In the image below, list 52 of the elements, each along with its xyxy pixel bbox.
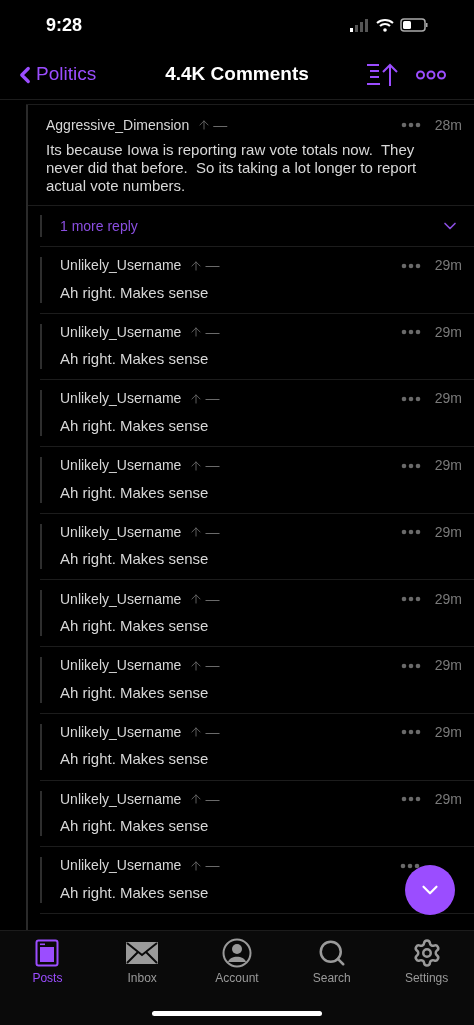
comment-body: Ah right. Makes sense — [60, 616, 209, 637]
comment-score: — — [205, 322, 220, 342]
comment-time: 29m — [434, 589, 462, 609]
comment-time: 29m — [434, 389, 462, 409]
comment-score: — — [205, 456, 220, 476]
comment-time: 29m — [434, 256, 462, 276]
comment-time: 29m — [434, 789, 462, 809]
comment-body: Ah right. Makes sense — [60, 482, 209, 503]
comment-body: Ah right. Makes sense — [60, 882, 209, 903]
comment-author[interactable]: Unlikely_Username — [60, 655, 182, 677]
comment-score: — — [205, 656, 220, 676]
back-button[interactable]: Politics — [12, 59, 97, 90]
page-title: 4.4K Comments — [165, 62, 309, 87]
comment-score: — — [205, 389, 220, 409]
comment-score: — — [205, 722, 220, 742]
comment-body: Ah right. Makes sense — [60, 282, 209, 303]
comment-author[interactable]: Unlikely_Username — [60, 588, 182, 610]
comment-score: — — [205, 856, 220, 876]
comment-time: 28m — [434, 115, 462, 135]
comment-score: — — [213, 115, 228, 135]
comment-score: — — [205, 789, 220, 809]
comment-author[interactable]: Unlikely_Username — [60, 721, 182, 743]
comment-author[interactable]: Unlikely_Username — [60, 788, 182, 810]
comment-score: — — [205, 256, 220, 276]
comment-body: Ah right. Makes sense — [60, 816, 209, 837]
comment-author[interactable]: Unlikely_Username — [60, 321, 182, 343]
comment-body: Ah right. Makes sense — [60, 415, 209, 436]
comment-score: — — [205, 589, 220, 609]
comment-author[interactable]: Unlikely_Username — [60, 521, 182, 543]
comment-author[interactable]: Unlikely_Username — [60, 855, 182, 877]
comment-author[interactable]: Aggressive_Dimension — [46, 114, 190, 136]
comment-time: 29m — [434, 322, 462, 342]
comment-body: Its because Iowa is reporting raw vote totals now. They never did that before. So its taking a lot longer to report actual vote numbers. — [46, 141, 418, 195]
comment-body: Ah right. Makes sense — [60, 682, 209, 703]
tab-bar-item[interactable]: Settings — [379, 937, 474, 987]
comment-score: — — [205, 522, 220, 542]
comment-time: 29m — [434, 656, 462, 676]
tab-bar-item[interactable]: Account — [189, 937, 285, 987]
status-time: 9:28 — [46, 13, 83, 37]
comment-time: 29m — [434, 456, 462, 476]
comment-body: Ah right. Makes sense — [60, 549, 209, 570]
tab-bar-item[interactable]: Posts — [0, 937, 95, 987]
comment-author[interactable]: Unlikely_Username — [60, 255, 182, 277]
comment-author[interactable]: Unlikely_Username — [60, 455, 182, 477]
more-replies-button[interactable]: 1 more reply — [40, 206, 474, 247]
comment-time: 29m — [434, 522, 462, 542]
tab-bar-item[interactable]: Search — [284, 937, 380, 987]
tab-bar-item[interactable]: Inbox — [94, 937, 190, 987]
comment-body: Ah right. Makes sense — [60, 749, 209, 770]
comment-body: Ah right. Makes sense — [60, 349, 209, 370]
comment-time: 29m — [434, 722, 462, 742]
comment-author[interactable]: Unlikely_Username — [60, 388, 182, 410]
